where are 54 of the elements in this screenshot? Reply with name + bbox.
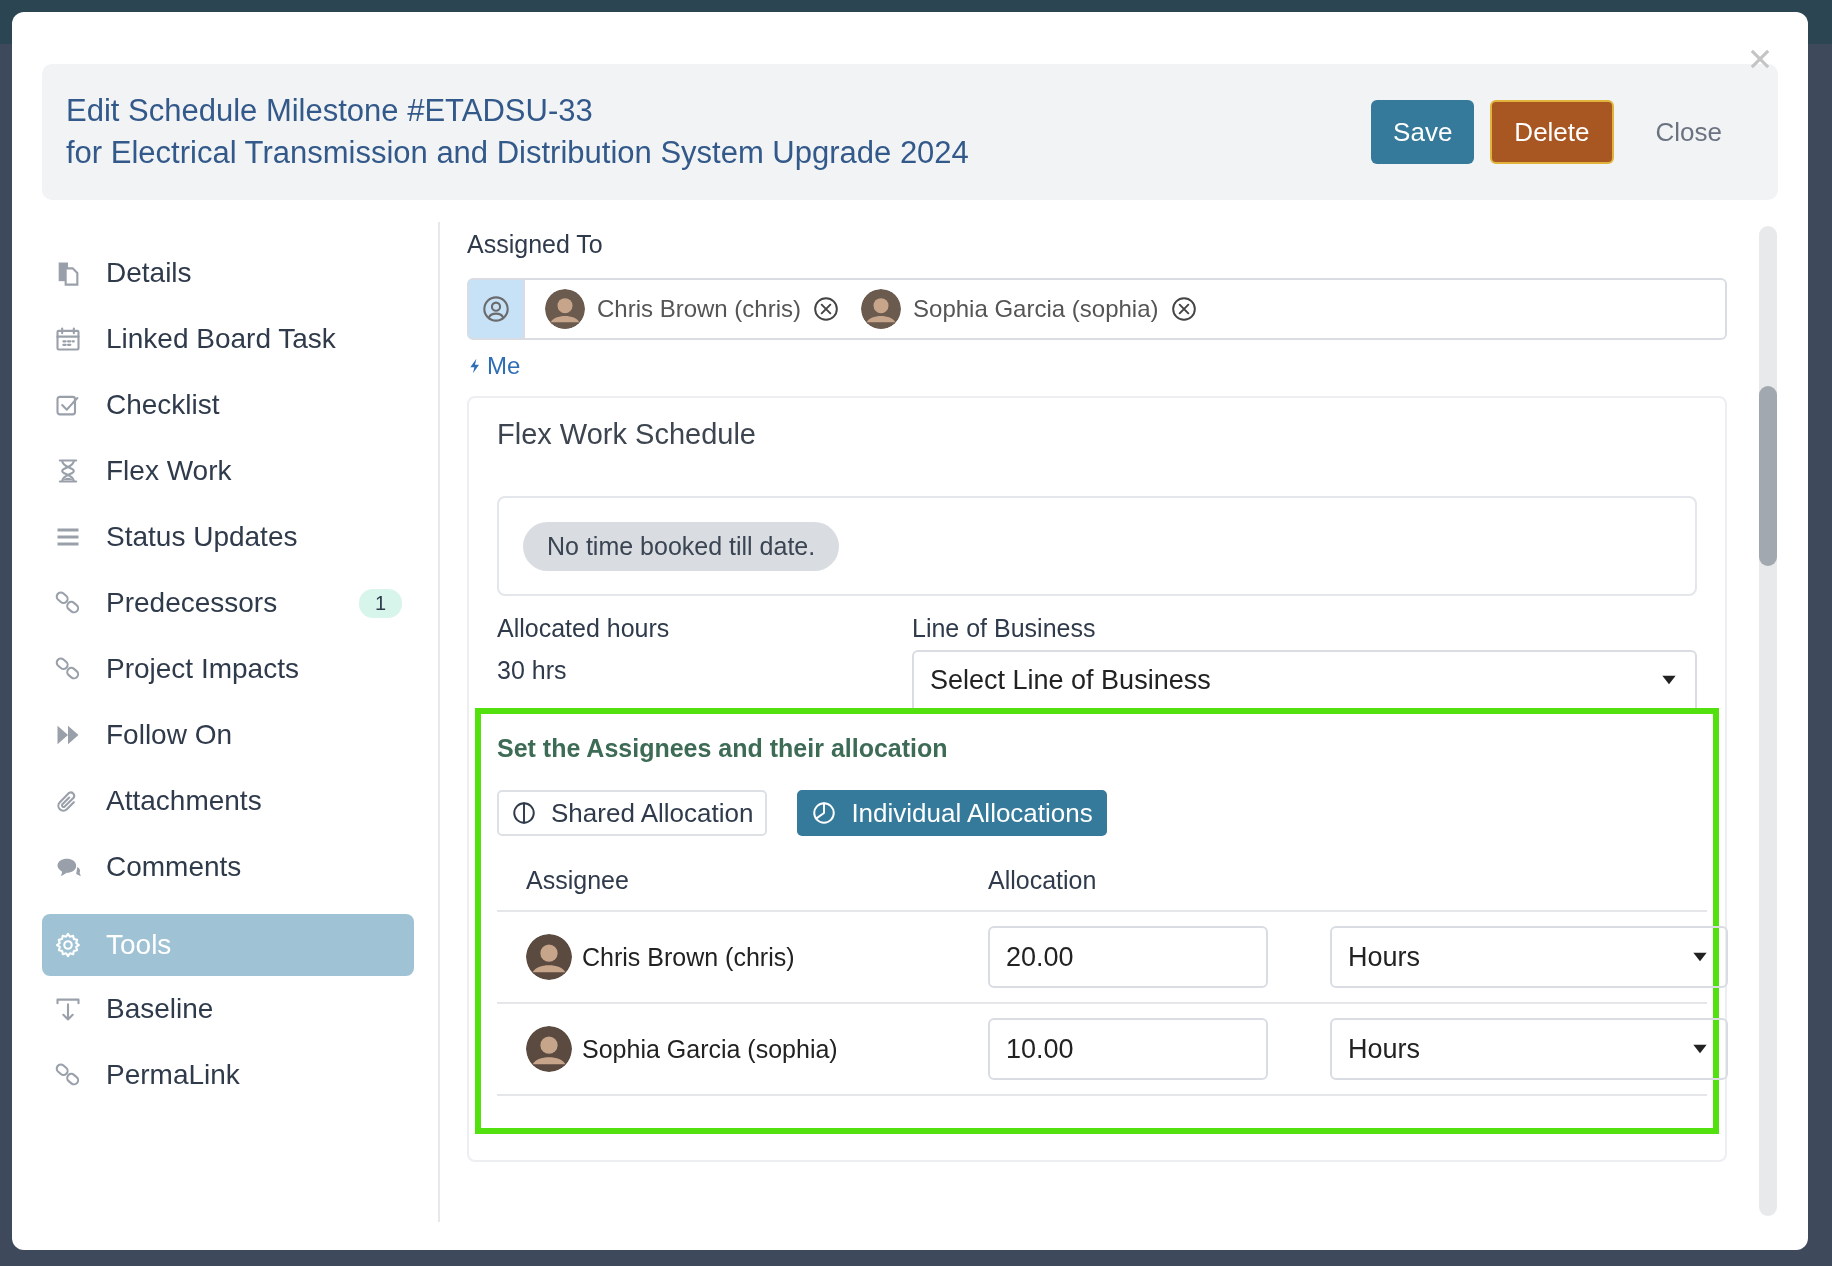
line-of-business-select[interactable]: Select Line of Business: [912, 650, 1697, 708]
section-heading: Set the Assignees and their allocation: [497, 733, 949, 764]
sidebar-item[interactable]: Predecessors 1: [42, 570, 414, 636]
avatar: [526, 1026, 572, 1072]
delete-button[interactable]: Delete: [1490, 100, 1614, 164]
column-header: Assignee: [526, 865, 630, 895]
sidebar-item[interactable]: Comments: [42, 834, 414, 900]
avatar: [545, 289, 585, 329]
pie-chart-icon: [811, 800, 838, 826]
dialog-subtitle: for Electrical Transmission and Distribution System Upgrade 2024: [66, 134, 969, 172]
avatar: [861, 289, 902, 329]
sidebar-item[interactable]: Project Impacts: [42, 636, 414, 702]
save-button[interactable]: Save: [1371, 100, 1475, 164]
user-icon: [482, 295, 510, 323]
assignee-name: Chris Brown (chris): [597, 295, 802, 323]
unit-select[interactable]: Hours: [1330, 1018, 1728, 1080]
scrollbar-track[interactable]: [1759, 226, 1777, 1216]
sidebar-item[interactable]: Details: [42, 240, 414, 306]
user-addon[interactable]: [469, 280, 525, 338]
allocation-mode-button[interactable]: Shared Allocation: [497, 790, 768, 836]
sidebar-item[interactable]: Linked Board Task: [42, 306, 414, 372]
field-value: 30 hrs: [497, 655, 568, 686]
half-circle-icon: [511, 800, 537, 826]
sidebar-item[interactable]: Checklist: [42, 372, 414, 438]
assignee-field[interactable]: Chris Brown (chris) Sophia Garcia (sophia): [467, 278, 1727, 340]
allocation-input[interactable]: 10.00: [988, 1018, 1268, 1080]
sidebar-item[interactable]: Flex Work: [42, 438, 414, 504]
assignee-name: Sophia Garcia (sophia): [582, 1034, 838, 1064]
sidebar-item[interactable]: Baseline: [42, 976, 414, 1042]
avatar: [526, 934, 572, 980]
settings-icon: [54, 931, 82, 959]
field-label: Assigned To: [467, 229, 604, 260]
sidebar-item[interactable]: Status Updates: [42, 504, 414, 570]
status-pill: No time booked till date.: [523, 521, 840, 571]
field-label: Line of Business: [912, 613, 1097, 644]
remove-icon[interactable]: [813, 296, 840, 322]
dialog-title: Edit Schedule Milestone #ETADSU-33: [66, 92, 594, 130]
sidebar-item[interactable]: PermaLink: [42, 1042, 414, 1108]
scrollbar-thumb[interactable]: [1759, 386, 1777, 566]
allocation-input[interactable]: 20.00: [988, 926, 1268, 988]
assignee-name: Sophia Garcia (sophia): [913, 295, 1159, 323]
sidebar-item[interactable]: Attachments: [42, 768, 414, 834]
me-link[interactable]: Me: [467, 350, 521, 382]
allocation-mode-button[interactable]: Individual Allocations: [797, 790, 1107, 836]
close-button[interactable]: Close: [1629, 100, 1734, 164]
section-title: Flex Work Schedule: [497, 417, 757, 452]
sidebar-item[interactable]: Follow On: [42, 702, 414, 768]
field-label: Allocated hours: [497, 613, 671, 644]
unit-select[interactable]: Hours: [1330, 926, 1728, 988]
remove-icon[interactable]: [1170, 296, 1197, 322]
assignee-name: Chris Brown (chris): [582, 942, 795, 972]
column-header: Allocation: [988, 865, 1098, 895]
count-badge: 1: [358, 588, 402, 618]
calendar-icon: [54, 325, 82, 353]
